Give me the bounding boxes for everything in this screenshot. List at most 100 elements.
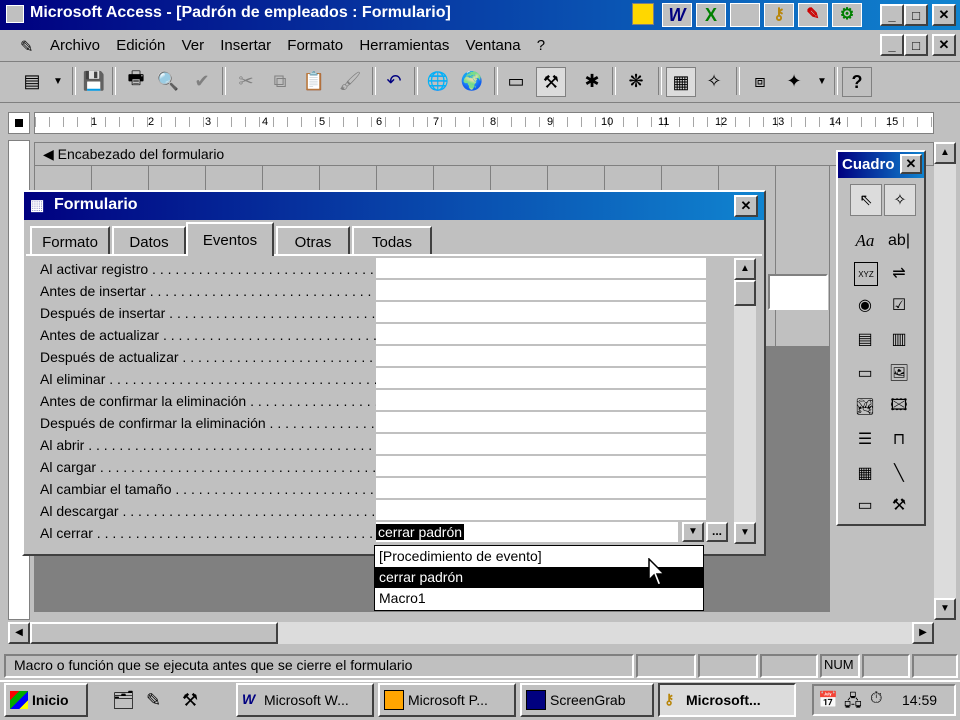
form-selector[interactable] <box>8 112 30 134</box>
property-row[interactable]: Antes de insertar <box>40 280 710 302</box>
property-row[interactable]: Al eliminar <box>40 368 710 390</box>
property-value[interactable] <box>376 500 706 521</box>
option-button-icon[interactable]: ◉ <box>850 290 880 320</box>
office-shortcut-icon[interactable] <box>632 3 654 25</box>
print-icon[interactable]: 🖶 <box>122 67 150 95</box>
format-painter-icon[interactable]: 🖌 <box>336 67 364 95</box>
paste-icon[interactable]: 📋 <box>300 67 328 95</box>
app-title-bar[interactable]: Microsoft Access - [Padrón de empleados … <box>0 0 960 30</box>
property-sheet-close-button[interactable]: ✕ <box>734 195 758 217</box>
property-value[interactable] <box>376 412 706 433</box>
property-row[interactable]: Al abrir <box>40 434 710 456</box>
cut-icon[interactable]: ✂ <box>232 67 260 95</box>
taskbar-clock[interactable]: 14:59 <box>902 692 937 708</box>
property-value[interactable] <box>376 478 706 499</box>
horizontal-scrollbar[interactable]: ◀ ▶ <box>8 622 934 644</box>
doc-close-button[interactable]: ✕ <box>932 34 956 56</box>
close-button[interactable]: ✕ <box>932 4 956 26</box>
property-row[interactable]: Al descargar <box>40 500 710 522</box>
form-textbox-control[interactable] <box>768 274 828 310</box>
textbox-tool-icon[interactable]: ab| <box>884 226 914 256</box>
save-icon[interactable]: 💾 <box>80 67 108 95</box>
tab-eventos[interactable]: Eventos <box>186 222 274 256</box>
build-icon[interactable]: ✧ <box>700 67 728 95</box>
property-value[interactable] <box>376 324 706 345</box>
tab-datos[interactable]: Datos <box>112 226 186 256</box>
tab-control-icon[interactable]: ⊓ <box>884 424 914 454</box>
taskbar-item-screengrab[interactable]: ScreenGrab <box>520 683 654 717</box>
quick-launch-notes-icon[interactable]: ✎ <box>146 690 161 711</box>
tab-formato[interactable]: Formato <box>30 226 110 256</box>
start-button[interactable]: Inicio <box>4 683 88 717</box>
image-icon[interactable]: 🖼 <box>884 358 914 388</box>
tab-todas[interactable]: Todas <box>352 226 432 256</box>
print-preview-icon[interactable]: 🔍 <box>154 67 182 95</box>
tab-otras[interactable]: Otras <box>276 226 350 256</box>
dropdown-option[interactable]: Macro1 <box>375 588 703 609</box>
property-value[interactable] <box>376 258 706 279</box>
new-object-icon[interactable]: ✦ <box>780 67 808 95</box>
menu-ver[interactable]: Ver <box>182 37 205 54</box>
checkbox-icon[interactable]: ☑ <box>884 290 914 320</box>
vertical-scrollbar[interactable]: ▲ ▼ <box>934 142 956 620</box>
dropdown-arrow-button[interactable]: ▼ <box>682 522 704 542</box>
spelling-icon[interactable]: ✔ <box>188 67 216 95</box>
unbound-object-icon[interactable]: 🏞 <box>850 392 880 422</box>
select-objects-icon[interactable]: ⇖ <box>850 184 882 216</box>
properties-icon[interactable]: ▦ <box>666 67 696 97</box>
property-value[interactable] <box>376 434 706 455</box>
word-icon[interactable]: W <box>662 3 692 27</box>
control-wizards-icon[interactable]: ✧ <box>884 184 916 216</box>
toolbox-icon[interactable]: ⚒ <box>536 67 566 97</box>
property-value[interactable] <box>376 280 706 301</box>
property-sheet-title-bar[interactable]: ▦ Formulario ✕ <box>24 192 764 220</box>
quick-launch-explorer-icon[interactable]: 🗂 <box>112 690 135 711</box>
minimize-button[interactable]: _ <box>880 4 904 26</box>
taskbar-item-powerpoint[interactable]: Microsoft P... <box>378 683 516 717</box>
doc-restore-button[interactable]: □ <box>904 34 928 56</box>
menu-herramientas[interactable]: Herramientas <box>359 37 449 54</box>
view-icon[interactable]: ▤ <box>18 67 46 95</box>
menu-ventana[interactable]: Ventana <box>466 37 521 54</box>
web-icon[interactable]: 🌐 <box>424 67 452 95</box>
powerpoint-icon[interactable] <box>730 3 760 27</box>
property-row[interactable]: Después de insertar <box>40 302 710 324</box>
property-row[interactable]: Al cargar <box>40 456 710 478</box>
database-window-icon[interactable]: ⧈ <box>746 67 774 95</box>
copy-icon[interactable]: ⧉ <box>266 67 294 95</box>
property-value[interactable] <box>376 456 706 477</box>
excel-icon[interactable]: X <box>696 3 726 27</box>
hyperlink-icon[interactable]: 🌍 <box>458 67 486 95</box>
property-row[interactable]: Después de actualizar <box>40 346 710 368</box>
property-value[interactable] <box>376 346 706 367</box>
on-close-select[interactable]: cerrar padrón <box>376 522 678 543</box>
autoformat-icon[interactable]: ✱ <box>578 67 606 95</box>
menu-edicion[interactable]: Edición <box>116 37 165 54</box>
option-group-icon[interactable]: XYZ <box>854 262 878 286</box>
menu-ayuda[interactable]: ? <box>537 37 545 54</box>
taskbar-item-word[interactable]: W Microsoft W... <box>236 683 374 717</box>
undo-icon[interactable]: ↶ <box>380 67 408 95</box>
tray-calendar-icon[interactable]: 📅 <box>818 690 838 710</box>
property-row[interactable]: Al cambiar el tamaño <box>40 478 710 500</box>
toggle-button-icon[interactable]: ⇌ <box>884 258 914 288</box>
access-key-icon[interactable]: ⚷ <box>764 3 794 27</box>
rectangle-icon[interactable]: ▭ <box>850 490 880 520</box>
command-button-icon[interactable]: ▭ <box>850 358 880 388</box>
property-row[interactable]: Antes de actualizar <box>40 324 710 346</box>
setup-icon[interactable]: ⚙ <box>832 3 862 27</box>
property-row[interactable]: Al activar registro <box>40 258 710 280</box>
help-icon[interactable]: ? <box>842 67 872 97</box>
property-row[interactable]: Antes de confirmar la eliminación <box>40 390 710 412</box>
maximize-button[interactable]: □ <box>904 4 928 26</box>
doc-minimize-button[interactable]: _ <box>880 34 904 56</box>
property-row[interactable]: Después de confirmar la eliminación <box>40 412 710 434</box>
property-value[interactable] <box>376 302 706 323</box>
builder-button[interactable]: ... <box>706 522 728 542</box>
form-header-bar[interactable]: ◀ Encabezado del formulario <box>34 142 934 166</box>
taskbar-item-access[interactable]: ⚷ Microsoft... <box>658 683 796 717</box>
line-icon[interactable]: ╲ <box>884 458 914 488</box>
field-list-icon[interactable]: ▭ <box>502 67 530 95</box>
toolbox-title-bar[interactable]: Cuadro ✕ <box>838 152 924 178</box>
property-row-active[interactable]: Al cerrar cerrar padrón ▼ ... <box>40 522 728 544</box>
